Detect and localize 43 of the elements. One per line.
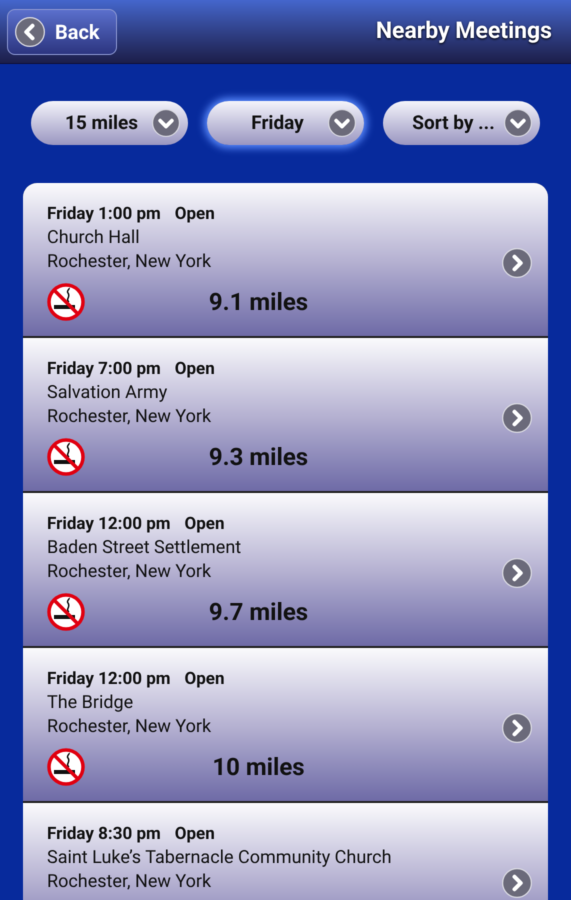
screen-title: Nearby Meetings	[376, 16, 553, 46]
chevron-right-icon	[502, 248, 532, 278]
meeting-location: Rochester, New York	[47, 405, 212, 429]
distance: 10 miles	[211, 752, 306, 783]
distance: 9.7 miles	[208, 597, 310, 628]
meeting-time: Friday 12:00 pm	[47, 513, 170, 536]
distance: 9.3 miles	[208, 442, 310, 473]
chevron-right-icon	[502, 558, 532, 588]
meeting-time: Friday 12:00 pm	[47, 668, 170, 691]
meeting-location: Rochester, New York	[47, 870, 212, 894]
dropdown-icon	[328, 109, 356, 137]
chevron-right-icon	[502, 713, 532, 743]
meeting-type: Open	[174, 823, 215, 846]
meeting-row[interactable]: Friday 12:00 pm Open Baden Street Settlement Rochester, New York 9.7 miles	[23, 493, 548, 646]
filter-dropdown[interactable]: Sort by ...	[383, 101, 540, 145]
back-button[interactable]: Back	[7, 8, 117, 54]
meeting-type: Open	[174, 203, 215, 226]
meeting-type: Open	[184, 668, 224, 691]
meeting-row[interactable]: Friday 7:00 pm Open Salvation Army Rochester, New York 9.3 miles	[23, 338, 548, 491]
meeting-type: Open	[184, 513, 224, 536]
meeting-name: The Bridge	[47, 691, 134, 715]
meeting-name: Baden Street Settlement	[47, 536, 242, 560]
meeting-location: Rochester, New York	[47, 560, 212, 584]
meeting-name: Saint Luke’s Tabernacle Community Church	[47, 846, 393, 870]
chevron-right-icon	[502, 868, 532, 898]
meeting-time: Friday 1:00 pm	[47, 203, 161, 226]
back-icon	[15, 16, 45, 46]
meeting-name: Church Hall	[47, 226, 141, 250]
meeting-time: Friday 7:00 pm	[47, 358, 161, 381]
chevron-right-icon	[502, 403, 532, 433]
meeting-row[interactable]: Friday 12:00 pm Open The Bridge Rochester, New York 10 miles	[23, 648, 548, 801]
meeting-time: Friday 8:30 pm	[47, 823, 161, 846]
meeting-row[interactable]: Friday 8:30 pm Open Saint Luke’s Tabernacle Community Church Rochester, New York	[23, 803, 548, 900]
meeting-location: Rochester, New York	[47, 250, 212, 274]
dropdown-icon	[504, 109, 532, 137]
meeting-row[interactable]: Friday 1:00 pm Open Church Hall Rochester, New York 9.1 miles	[23, 183, 548, 336]
meeting-type: Open	[174, 358, 215, 381]
dropdown-icon	[152, 109, 180, 137]
meeting-location: Rochester, New York	[47, 715, 212, 739]
filter-dropdown[interactable]: Friday	[207, 101, 364, 145]
distance: 9.1 miles	[208, 287, 310, 318]
filter-dropdown[interactable]: 15 miles	[31, 101, 188, 145]
meeting-name: Salvation Army	[47, 381, 168, 405]
